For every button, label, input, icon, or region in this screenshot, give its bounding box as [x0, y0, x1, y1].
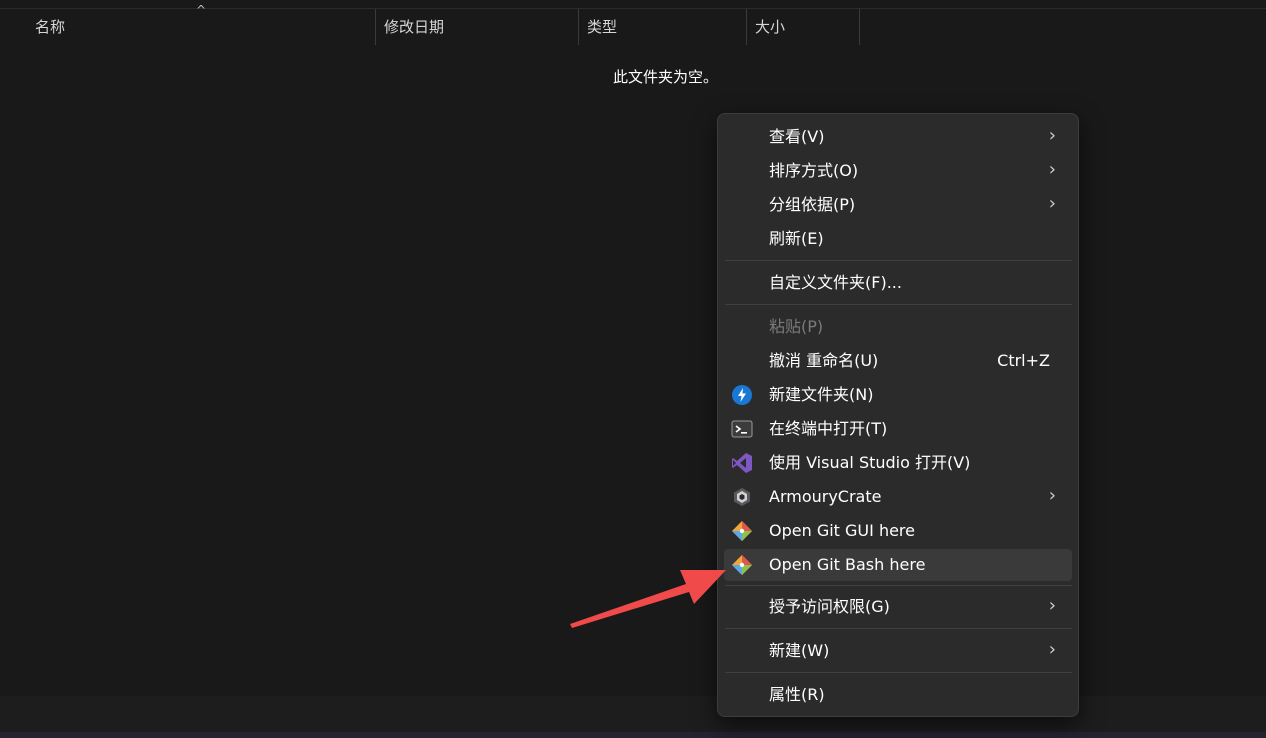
terminal-icon	[731, 418, 753, 440]
git-icon	[731, 520, 753, 542]
column-header-modified[interactable]: 修改日期	[376, 9, 578, 45]
menu-item-undo-rename-label: 撤消 重命名(U)	[769, 351, 879, 370]
menu-item-grant-access-label: 授予访问权限(G)	[769, 597, 890, 616]
menu-item-paste: 粘贴(P)	[724, 311, 1072, 343]
menu-item-new-folder[interactable]: 新建文件夹(N)	[724, 379, 1072, 411]
menu-item-open-visual-studio-label: 使用 Visual Studio 打开(V)	[769, 453, 971, 472]
menu-item-properties[interactable]: 属性(R)	[724, 679, 1072, 711]
menu-separator	[725, 585, 1072, 586]
menu-item-new-folder-label: 新建文件夹(N)	[769, 385, 874, 404]
menu-item-customize-folder-label: 自定义文件夹(F)...	[769, 273, 902, 292]
menu-item-open-git-bash-label: Open Git Bash here	[769, 555, 926, 574]
column-header-row: 名称 ^ 修改日期 类型 大小	[0, 3, 1266, 45]
context-menu: 查看(V) › 排序方式(O) › 分组依据(P) › 刷新(E) 自定义文件夹…	[717, 113, 1079, 717]
column-header-type-label: 类型	[587, 18, 618, 36]
column-header-modified-label: 修改日期	[384, 18, 445, 36]
column-header-size-label: 大小	[755, 18, 786, 36]
menu-item-customize-folder[interactable]: 自定义文件夹(F)...	[724, 267, 1072, 299]
menu-item-open-git-bash[interactable]: Open Git Bash here	[724, 549, 1072, 581]
file-explorer-view: 名称 ^ 修改日期 类型 大小 此文件夹为空。 查看(V) › 排序方式(O) …	[0, 0, 1266, 738]
menu-item-open-git-gui-label: Open Git GUI here	[769, 521, 915, 540]
armoury-crate-icon	[731, 486, 753, 508]
menu-separator	[725, 628, 1072, 629]
column-header-size[interactable]: 大小	[747, 9, 859, 45]
chevron-right-icon: ›	[1048, 639, 1056, 660]
menu-item-open-terminal[interactable]: 在终端中打开(T)	[724, 413, 1072, 445]
menu-item-sort-by[interactable]: 排序方式(O) ›	[724, 155, 1072, 187]
chevron-right-icon: ›	[1048, 159, 1056, 180]
bottom-edge	[0, 732, 1266, 738]
menu-item-properties-label: 属性(R)	[769, 685, 825, 704]
new-folder-icon	[731, 384, 753, 406]
chevron-right-icon: ›	[1048, 125, 1056, 146]
menu-item-view[interactable]: 查看(V) ›	[724, 121, 1072, 153]
menu-item-open-visual-studio[interactable]: 使用 Visual Studio 打开(V)	[724, 447, 1072, 479]
menu-separator	[725, 672, 1072, 673]
menu-item-armoury-crate-label: ArmouryCrate	[769, 487, 882, 506]
menu-item-refresh-label: 刷新(E)	[769, 229, 824, 248]
column-separator[interactable]	[859, 9, 860, 45]
menu-item-view-label: 查看(V)	[769, 127, 825, 146]
menu-item-sort-by-label: 排序方式(O)	[769, 161, 859, 180]
empty-folder-message: 此文件夹为空。	[613, 68, 719, 86]
chevron-right-icon: ›	[1048, 193, 1056, 214]
shortcut-label: Ctrl+Z	[997, 351, 1050, 370]
annotation-arrow-icon	[570, 570, 726, 628]
visual-studio-icon	[731, 452, 753, 474]
menu-item-new-label: 新建(W)	[769, 641, 830, 660]
menu-item-undo-rename[interactable]: 撤消 重命名(U) Ctrl+Z	[724, 345, 1072, 377]
menu-item-refresh[interactable]: 刷新(E)	[724, 223, 1072, 255]
menu-item-new[interactable]: 新建(W) ›	[724, 635, 1072, 667]
column-header-type[interactable]: 类型	[579, 9, 746, 45]
sort-ascending-icon: ^	[196, 3, 207, 17]
column-header-name-label: 名称	[35, 18, 66, 36]
menu-item-grant-access[interactable]: 授予访问权限(G) ›	[724, 591, 1072, 623]
chevron-right-icon: ›	[1048, 485, 1056, 506]
menu-separator	[725, 260, 1072, 261]
chevron-right-icon: ›	[1048, 595, 1056, 616]
menu-separator	[725, 304, 1072, 305]
menu-item-open-terminal-label: 在终端中打开(T)	[769, 419, 888, 438]
menu-item-group-by[interactable]: 分组依据(P) ›	[724, 189, 1072, 221]
menu-item-paste-label: 粘贴(P)	[769, 317, 824, 336]
menu-item-group-by-label: 分组依据(P)	[769, 195, 856, 214]
menu-item-armoury-crate[interactable]: ArmouryCrate ›	[724, 481, 1072, 513]
menu-item-open-git-gui[interactable]: Open Git GUI here	[724, 515, 1072, 547]
